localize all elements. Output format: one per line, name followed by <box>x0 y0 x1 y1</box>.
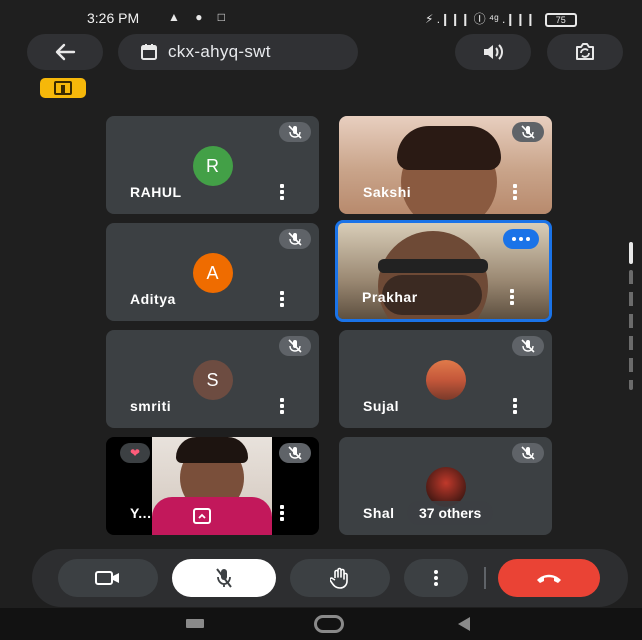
mic-off-icon <box>279 229 311 249</box>
mic-off-icon <box>279 443 311 463</box>
scroll-thumb[interactable] <box>629 242 633 264</box>
back-button[interactable] <box>27 34 103 70</box>
mic-toggle-button[interactable] <box>172 559 276 597</box>
participant-name: Y... <box>130 505 152 521</box>
camera-toggle-button[interactable] <box>58 559 158 597</box>
mic-off-icon <box>216 568 232 588</box>
notification-icons: ▲ ● □ <box>168 10 232 24</box>
others-tile[interactable]: Shal 37 others <box>339 437 552 535</box>
more-options-icon[interactable] <box>509 289 515 305</box>
arrow-back-icon <box>55 43 76 61</box>
others-count-label[interactable]: 37 others <box>407 501 494 525</box>
self-preview-tile[interactable]: ❤ Y... <box>106 437 319 535</box>
phone-hangup-icon <box>537 574 561 583</box>
participant-name: Sakshi <box>363 184 412 200</box>
recents-icon[interactable] <box>186 619 204 628</box>
signal-icons: ⚡ .❙❙❙ Ⓘ ⁴ᵍ .❙❙❙ <box>425 12 536 26</box>
participant-tile-prakhar[interactable]: Prakhar <box>335 220 552 322</box>
call-controls <box>32 549 628 607</box>
participant-tile-smriti[interactable]: S smriti <box>106 330 319 428</box>
camera-icon <box>95 571 119 585</box>
hand-icon <box>330 567 348 589</box>
meeting-top-bar: ckx-ahyq-swt <box>0 34 642 74</box>
scrollbar[interactable] <box>629 242 633 390</box>
participant-tile-sakshi[interactable]: Sakshi <box>339 116 552 214</box>
participant-name: smriti <box>130 398 172 414</box>
mic-off-icon <box>512 336 544 356</box>
more-options-icon[interactable] <box>279 291 285 307</box>
mic-off-icon <box>512 122 544 142</box>
speaker-icon <box>484 44 503 60</box>
switch-camera-button[interactable] <box>547 34 623 70</box>
system-nav-bar <box>0 608 642 640</box>
divider <box>484 567 486 589</box>
pin-self-icon[interactable] <box>192 507 212 525</box>
speaking-indicator-icon <box>503 229 539 249</box>
more-options-icon[interactable] <box>279 505 285 521</box>
mic-off-icon <box>512 443 544 463</box>
participant-name: Prakhar <box>362 289 418 305</box>
more-options-button[interactable] <box>404 559 468 597</box>
switch-camera-icon <box>576 43 594 60</box>
participant-name: Shal <box>363 505 395 521</box>
more-options-icon[interactable] <box>279 398 285 414</box>
back-triangle-icon[interactable] <box>458 617 470 631</box>
self-video <box>152 437 272 535</box>
more-vert-icon <box>434 570 438 586</box>
home-icon[interactable] <box>314 615 344 633</box>
calendar-icon <box>141 44 157 60</box>
end-call-button[interactable] <box>498 559 600 597</box>
meeting-info-button[interactable]: ckx-ahyq-swt <box>118 34 358 70</box>
system-icons: ⚡ .❙❙❙ Ⓘ ⁴ᵍ .❙❙❙ 75 <box>425 10 577 27</box>
scroll-track <box>629 270 633 390</box>
mic-off-icon <box>279 122 311 142</box>
participant-name: Aditya <box>130 291 176 307</box>
participant-name: RAHUL <box>130 184 182 200</box>
more-options-icon[interactable] <box>279 184 285 200</box>
mic-off-icon <box>279 336 311 356</box>
meeting-code: ckx-ahyq-swt <box>168 42 271 61</box>
participant-tile-sujal[interactable]: Sujal <box>339 330 552 428</box>
avatar <box>425 360 466 400</box>
host-icon <box>54 81 72 95</box>
raise-hand-button[interactable] <box>290 559 390 597</box>
avatar: A <box>192 253 233 293</box>
participant-name: Sujal <box>363 398 399 414</box>
more-options-icon[interactable] <box>512 184 518 200</box>
status-bar: 3:26 PM ▲ ● □ ⚡ .❙❙❙ Ⓘ ⁴ᵍ .❙❙❙ 75 <box>0 0 642 34</box>
avatar: S <box>192 360 233 400</box>
avatar: R <box>192 146 233 186</box>
participant-tile-aditya[interactable]: A Aditya <box>106 223 319 321</box>
more-options-icon[interactable] <box>512 398 518 414</box>
participant-tile-rahul[interactable]: R RAHUL <box>106 116 319 214</box>
audio-output-button[interactable] <box>455 34 531 70</box>
heart-reaction-icon: ❤ <box>120 443 150 463</box>
battery-icon: 75 <box>544 12 577 27</box>
status-time: 3:26 PM <box>87 10 140 26</box>
host-controls-badge[interactable] <box>40 78 86 98</box>
